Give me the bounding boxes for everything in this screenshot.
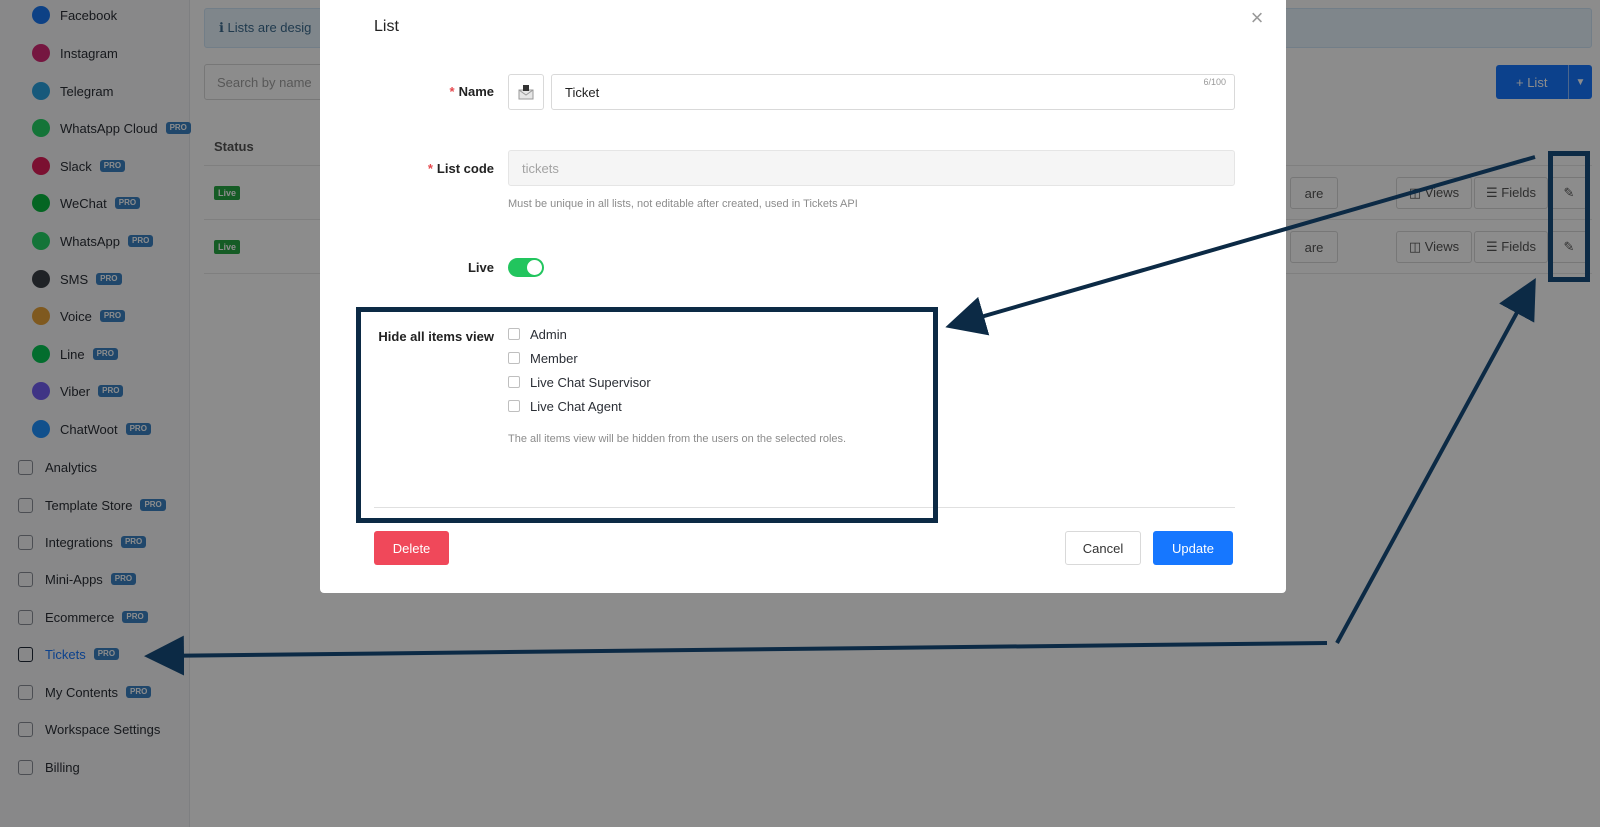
annotation-arrow-to-hide-view [945, 155, 1536, 336]
annotation-arrow-to-tickets [144, 635, 1328, 676]
annotation-arrow-to-edit-buttons [1335, 277, 1536, 644]
annotation-arrows [144, 155, 1536, 676]
